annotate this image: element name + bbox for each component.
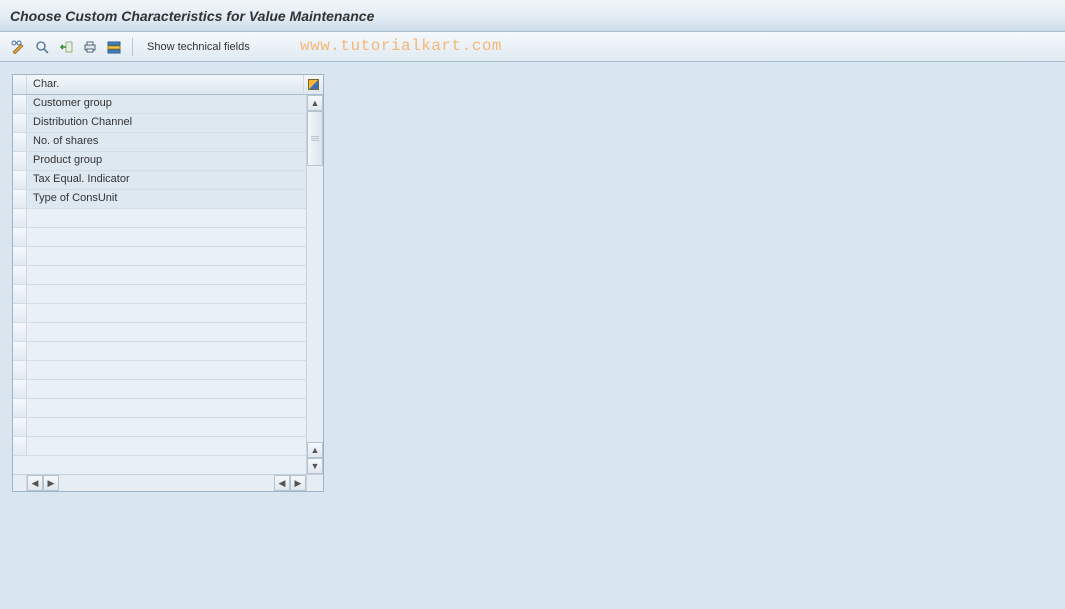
row-selector[interactable]	[13, 95, 27, 113]
table-row-empty[interactable]	[13, 323, 306, 342]
where-used-button[interactable]	[32, 37, 52, 57]
table-row-empty[interactable]	[13, 304, 306, 323]
row-selector[interactable]	[13, 247, 27, 265]
char-cell-empty[interactable]	[27, 228, 306, 246]
scroll-down-button[interactable]: ▲	[307, 442, 323, 458]
table-row[interactable]: Distribution Channel	[13, 114, 306, 133]
content-area: Char. Customer groupDistribution Channel…	[0, 62, 1065, 504]
green-arrow-left-icon	[59, 40, 73, 54]
char-cell-empty[interactable]	[27, 247, 306, 265]
table-row-empty[interactable]	[13, 209, 306, 228]
show-technical-fields-button[interactable]: Show technical fields	[141, 41, 256, 53]
table-row-empty[interactable]	[13, 399, 306, 418]
char-cell-empty[interactable]	[27, 361, 306, 379]
row-selector[interactable]	[13, 285, 27, 303]
scroll-left-stop-button[interactable]: ▶	[43, 475, 59, 491]
char-cell-empty[interactable]	[27, 418, 306, 436]
horizontal-scrollbar[interactable]: ◀ ▶ ◀ ▶	[13, 474, 323, 491]
row-selector[interactable]	[13, 171, 27, 189]
titlebar: Choose Custom Characteristics for Value …	[0, 0, 1065, 32]
row-selector[interactable]	[13, 342, 27, 360]
table-row[interactable]: Product group	[13, 152, 306, 171]
row-selector[interactable]	[13, 228, 27, 246]
hscroll-corner	[13, 475, 27, 491]
table-row-empty[interactable]	[13, 285, 306, 304]
char-cell-empty[interactable]	[27, 342, 306, 360]
table-row-empty[interactable]	[13, 228, 306, 247]
char-cell-empty[interactable]	[27, 266, 306, 284]
pencil-glasses-icon	[11, 40, 25, 54]
char-cell-empty[interactable]	[27, 209, 306, 227]
char-cell[interactable]: Product group	[27, 152, 306, 170]
row-selector[interactable]	[13, 380, 27, 398]
characteristic-grid: Char. Customer groupDistribution Channel…	[12, 74, 324, 492]
char-cell-empty[interactable]	[27, 399, 306, 417]
row-selector[interactable]	[13, 266, 27, 284]
scroll-down-button-2[interactable]: ▼	[307, 458, 323, 474]
table-row[interactable]: Customer group	[13, 95, 306, 114]
config-icon	[308, 79, 319, 90]
row-selector[interactable]	[13, 437, 27, 455]
scroll-up-button[interactable]: ▲	[307, 95, 323, 111]
grid-body: Customer groupDistribution ChannelNo. of…	[13, 95, 323, 474]
find-icon	[35, 40, 49, 54]
scroll-right-button[interactable]: ▶	[290, 475, 306, 491]
toolbar: Show technical fields www.tutorialkart.c…	[0, 32, 1065, 62]
char-cell-empty[interactable]	[27, 304, 306, 322]
import-button[interactable]	[56, 37, 76, 57]
row-selector[interactable]	[13, 418, 27, 436]
page-title: Choose Custom Characteristics for Value …	[10, 8, 374, 24]
grid-header-row: Char.	[13, 75, 323, 95]
row-selector[interactable]	[13, 304, 27, 322]
table-row-empty[interactable]	[13, 437, 306, 456]
row-selector[interactable]	[13, 190, 27, 208]
scroll-left-button[interactable]: ◀	[27, 475, 43, 491]
row-selector[interactable]	[13, 114, 27, 132]
table-row-empty[interactable]	[13, 418, 306, 437]
layout-button[interactable]	[104, 37, 124, 57]
row-selector[interactable]	[13, 399, 27, 417]
row-selector[interactable]	[13, 209, 27, 227]
scroll-thumb-vertical[interactable]	[307, 111, 323, 166]
table-row-empty[interactable]	[13, 361, 306, 380]
column-header-char[interactable]: Char.	[27, 75, 303, 94]
scroll-track-vertical[interactable]	[307, 111, 323, 442]
watermark-text: www.tutorialkart.com	[300, 37, 502, 55]
table-row[interactable]: Type of ConsUnit	[13, 190, 306, 209]
table-row-empty[interactable]	[13, 380, 306, 399]
char-cell-empty[interactable]	[27, 380, 306, 398]
row-selector[interactable]	[13, 133, 27, 151]
char-cell-empty[interactable]	[27, 323, 306, 341]
table-layout-icon	[107, 40, 121, 54]
table-row[interactable]: Tax Equal. Indicator	[13, 171, 306, 190]
char-cell[interactable]: Distribution Channel	[27, 114, 306, 132]
char-cell[interactable]: No. of shares	[27, 133, 306, 151]
char-cell[interactable]: Tax Equal. Indicator	[27, 171, 306, 189]
toolbar-separator	[132, 38, 133, 56]
column-config-button[interactable]	[303, 75, 323, 94]
scroll-right-stop-button[interactable]: ◀	[274, 475, 290, 491]
select-all-corner[interactable]	[13, 75, 27, 94]
printer-icon	[83, 40, 97, 54]
table-row-empty[interactable]	[13, 342, 306, 361]
char-cell[interactable]: Type of ConsUnit	[27, 190, 306, 208]
table-row-empty[interactable]	[13, 266, 306, 285]
display-change-toggle[interactable]	[8, 37, 28, 57]
char-cell-empty[interactable]	[27, 285, 306, 303]
row-selector[interactable]	[13, 152, 27, 170]
print-button[interactable]	[80, 37, 100, 57]
char-cell[interactable]: Customer group	[27, 95, 306, 113]
vertical-scrollbar[interactable]: ▲ ▲ ▼	[306, 95, 323, 474]
table-row-empty[interactable]	[13, 247, 306, 266]
scroll-track-horizontal[interactable]	[59, 475, 274, 491]
scroll-corner	[306, 475, 323, 491]
char-cell-empty[interactable]	[27, 437, 306, 455]
row-selector[interactable]	[13, 323, 27, 341]
row-selector[interactable]	[13, 361, 27, 379]
table-row[interactable]: No. of shares	[13, 133, 306, 152]
